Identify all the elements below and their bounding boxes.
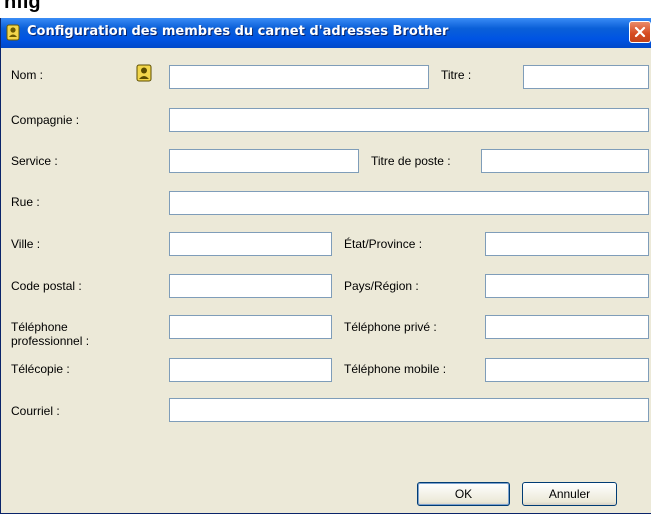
annuler-button[interactable]: Annuler <box>522 482 617 506</box>
address-book-icon <box>6 24 20 41</box>
tel-prive-label: Téléphone privé : <box>344 320 437 334</box>
etat-field[interactable] <box>485 232 649 256</box>
person-icon <box>136 64 152 82</box>
nom-field[interactable] <box>169 65 429 89</box>
address-book-member-dialog: Configuration des membres du carnet d'ad… <box>0 18 651 514</box>
close-button[interactable] <box>629 21 651 43</box>
ok-button[interactable]: OK <box>417 482 510 506</box>
service-label: Service : <box>11 154 58 168</box>
etat-label: État/Province : <box>344 237 423 251</box>
close-icon <box>634 26 646 38</box>
tel-mobile-field[interactable] <box>485 358 649 382</box>
telecopie-field[interactable] <box>169 358 332 382</box>
pays-field[interactable] <box>485 274 649 298</box>
pays-label: Pays/Région : <box>344 279 419 293</box>
titre-label: Titre : <box>441 68 472 82</box>
background-heading-text: nfig <box>4 0 41 13</box>
rue-field[interactable] <box>169 191 649 215</box>
compagnie-label: Compagnie : <box>11 113 80 127</box>
tel-mobile-label: Téléphone mobile : <box>344 362 447 376</box>
rue-label: Rue : <box>11 195 40 209</box>
tel-prive-field[interactable] <box>485 315 649 339</box>
titre-field[interactable] <box>523 65 649 89</box>
tel-pro-field[interactable] <box>169 315 332 339</box>
service-field[interactable] <box>169 149 359 173</box>
code-postal-label: Code postal : <box>11 279 82 293</box>
ville-field[interactable] <box>169 232 332 256</box>
tel-pro-label: Téléphone professionnel : <box>11 320 90 348</box>
courriel-label: Courriel : <box>11 404 60 418</box>
courriel-field[interactable] <box>169 398 649 422</box>
titre-poste-label: Titre de poste : <box>371 154 451 168</box>
nom-label: Nom : <box>11 68 44 82</box>
ville-label: Ville : <box>11 237 41 251</box>
title-bar[interactable]: Configuration des membres du carnet d'ad… <box>1 18 651 48</box>
telecopie-label: Télécopie : <box>11 362 70 376</box>
code-postal-field[interactable] <box>169 274 332 298</box>
window-title: Configuration des membres du carnet d'ad… <box>27 24 449 39</box>
titre-poste-field[interactable] <box>481 149 649 173</box>
compagnie-field[interactable] <box>169 108 649 132</box>
background-heading: nfig <box>0 0 651 18</box>
